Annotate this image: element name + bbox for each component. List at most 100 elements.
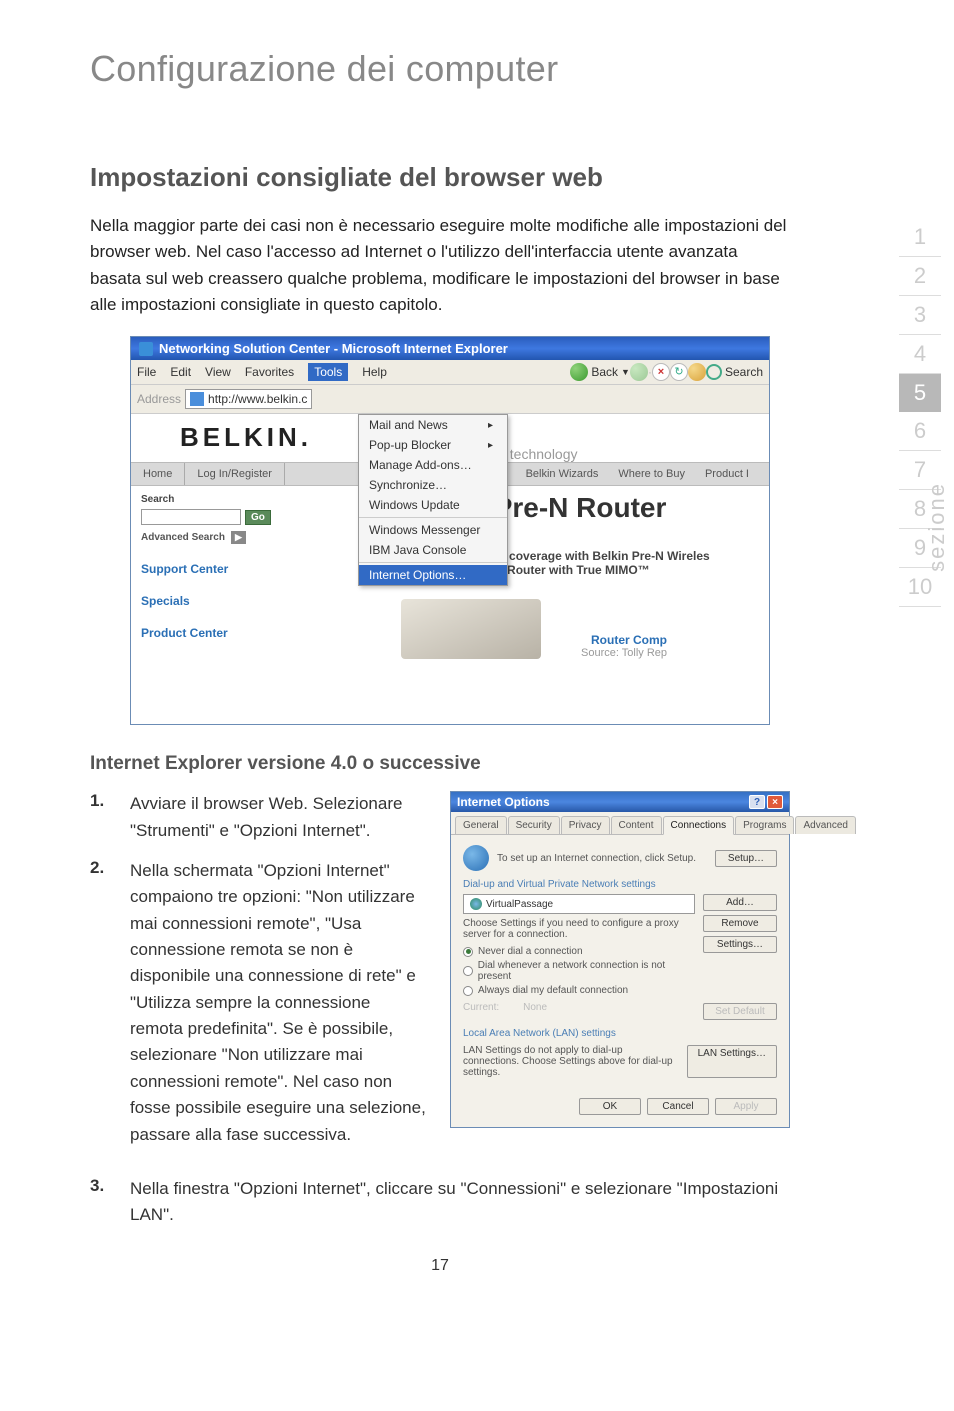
chevron-down-icon: ▼ xyxy=(621,367,630,377)
router-comp-text: Router Comp Source: Tolly Rep xyxy=(581,633,667,659)
dialog-titlebar: Internet Options ? × xyxy=(451,792,789,812)
ie-window-titlebar: Networking Solution Center - Microsoft I… xyxy=(131,337,769,360)
radio-icon xyxy=(463,966,473,976)
step-number: 3. xyxy=(90,1176,130,1229)
dd-ibm-java-console[interactable]: IBM Java Console xyxy=(359,540,507,560)
home-icon[interactable] xyxy=(688,363,706,381)
settings-button[interactable]: Settings… xyxy=(703,936,777,953)
search-icon xyxy=(706,364,722,380)
radio-icon xyxy=(463,986,473,996)
menu-tools[interactable]: Tools xyxy=(308,363,348,381)
ie-menubar: File Edit View Favorites Tools Help Back… xyxy=(131,360,769,385)
tab-security[interactable]: Security xyxy=(508,816,560,834)
section-tab-6[interactable]: 6 xyxy=(899,412,941,451)
setup-button[interactable]: Setup… xyxy=(715,850,777,867)
tab-connections[interactable]: Connections xyxy=(663,816,735,835)
tab-content[interactable]: Content xyxy=(611,816,662,834)
dd-windows-messenger[interactable]: Windows Messenger xyxy=(359,520,507,540)
page-title: Configurazione dei computer xyxy=(90,48,954,90)
step-number: 2. xyxy=(90,858,130,1148)
dd-synchronize[interactable]: Synchronize… xyxy=(359,475,507,495)
menu-help[interactable]: Help xyxy=(362,365,387,379)
remove-button[interactable]: Remove xyxy=(703,915,777,932)
advanced-search-link[interactable]: Advanced Search xyxy=(141,532,225,543)
dialup-item: VirtualPassage xyxy=(486,899,553,910)
step-text: Nella schermata "Opzioni Internet" compa… xyxy=(130,858,426,1148)
current-label: Current: xyxy=(463,1002,499,1013)
nav-wizards[interactable]: Belkin Wizards xyxy=(516,463,609,485)
menu-favorites[interactable]: Favorites xyxy=(245,365,294,379)
dialog-close-icon[interactable]: × xyxy=(767,795,783,809)
dialog-title: Internet Options xyxy=(457,795,550,809)
dialog-help-icon[interactable]: ? xyxy=(749,795,765,809)
cancel-button[interactable]: Cancel xyxy=(647,1098,709,1115)
belkin-sidebar: Search Go Advanced Search ▶ Support Cent… xyxy=(131,486,361,669)
stop-icon[interactable]: × xyxy=(652,363,670,381)
belkin-search-input[interactable] xyxy=(141,509,241,525)
tab-advanced[interactable]: Advanced xyxy=(795,816,855,834)
radio-never-dial[interactable]: Never dial a connection xyxy=(463,946,695,957)
tools-dropdown: Mail and News▸ Pop-up Blocker▸ Manage Ad… xyxy=(358,414,508,586)
current-value: None xyxy=(523,1002,547,1013)
add-button[interactable]: Add… xyxy=(703,894,777,911)
section-tab-5[interactable]: 5 xyxy=(899,374,941,412)
section-heading: Impostazioni consigliate del browser web xyxy=(90,162,790,193)
section-tab-10[interactable]: 10 xyxy=(899,568,941,607)
nav-home[interactable]: Home xyxy=(131,463,185,485)
specials-link[interactable]: Specials xyxy=(141,594,351,608)
sezione-label: sezione xyxy=(924,482,950,572)
ie-page-icon xyxy=(190,392,204,406)
arrow-right-icon[interactable]: ▶ xyxy=(231,531,246,544)
tech-label: with technology xyxy=(481,446,769,462)
product-center-link[interactable]: Product Center xyxy=(141,626,351,640)
choose-text: Choose Settings if you need to configure… xyxy=(463,918,695,940)
support-center-link[interactable]: Support Center xyxy=(141,562,351,576)
radio-dial-when-no-net[interactable]: Dial whenever a network connection is no… xyxy=(463,960,695,982)
search-label: Search xyxy=(725,365,763,379)
ie-logo-icon xyxy=(139,342,153,356)
dd-popup-blocker[interactable]: Pop-up Blocker▸ xyxy=(359,435,507,455)
dialog-tabs: General Security Privacy Content Connect… xyxy=(451,812,789,835)
network-icon xyxy=(470,898,482,910)
section-tab-1[interactable]: 1 xyxy=(899,218,941,257)
nav-where-to-buy[interactable]: Where to Buy xyxy=(608,463,695,485)
back-icon xyxy=(570,363,588,381)
ok-button[interactable]: OK xyxy=(579,1098,641,1115)
belkin-logo: BELKIN. xyxy=(131,422,361,453)
address-input[interactable]: http://www.belkin.c xyxy=(185,389,312,409)
nav-login[interactable]: Log In/Register xyxy=(185,463,285,485)
dd-separator xyxy=(359,517,507,518)
menu-view[interactable]: View xyxy=(205,365,231,379)
menu-edit[interactable]: Edit xyxy=(170,365,191,379)
radio-always-dial[interactable]: Always dial my default connection xyxy=(463,985,695,996)
section-tab-4[interactable]: 4 xyxy=(899,335,941,374)
step-number: 1. xyxy=(90,791,130,844)
belkin-go-button[interactable]: Go xyxy=(245,510,271,525)
chevron-right-icon: ▸ xyxy=(488,420,493,431)
tab-programs[interactable]: Programs xyxy=(735,816,794,834)
tab-privacy[interactable]: Privacy xyxy=(561,816,610,834)
dialup-listbox[interactable]: VirtualPassage xyxy=(463,894,695,914)
ie4-heading: Internet Explorer versione 4.0 o success… xyxy=(90,753,790,775)
forward-icon[interactable] xyxy=(630,363,648,381)
dd-internet-options[interactable]: Internet Options… xyxy=(359,565,507,585)
tab-general[interactable]: General xyxy=(455,816,507,834)
ie-window-title: Networking Solution Center - Microsoft I… xyxy=(159,341,508,356)
dd-mail-and-news[interactable]: Mail and News▸ xyxy=(359,415,507,435)
section-tab-3[interactable]: 3 xyxy=(899,296,941,335)
dd-manage-addons[interactable]: Manage Add-ons… xyxy=(359,455,507,475)
refresh-icon[interactable]: ↻ xyxy=(670,363,688,381)
nav-product[interactable]: Product I xyxy=(695,463,759,485)
ie-screenshot: Networking Solution Center - Microsoft I… xyxy=(130,336,770,725)
dd-windows-update[interactable]: Windows Update xyxy=(359,495,507,515)
setup-text: To set up an Internet connection, click … xyxy=(497,853,707,864)
section-tab-2[interactable]: 2 xyxy=(899,257,941,296)
globe-icon xyxy=(463,845,489,871)
lan-settings-button[interactable]: LAN Settings… xyxy=(687,1045,777,1078)
menu-file[interactable]: File xyxy=(137,365,156,379)
search-button[interactable]: Search xyxy=(706,364,763,380)
dialup-label: Dial-up and Virtual Private Network sett… xyxy=(463,879,777,890)
back-button[interactable]: Back ▼ xyxy=(570,363,630,381)
internet-options-dialog: Internet Options ? × General Security Pr… xyxy=(450,791,790,1128)
lan-label: Local Area Network (LAN) settings xyxy=(463,1028,777,1039)
